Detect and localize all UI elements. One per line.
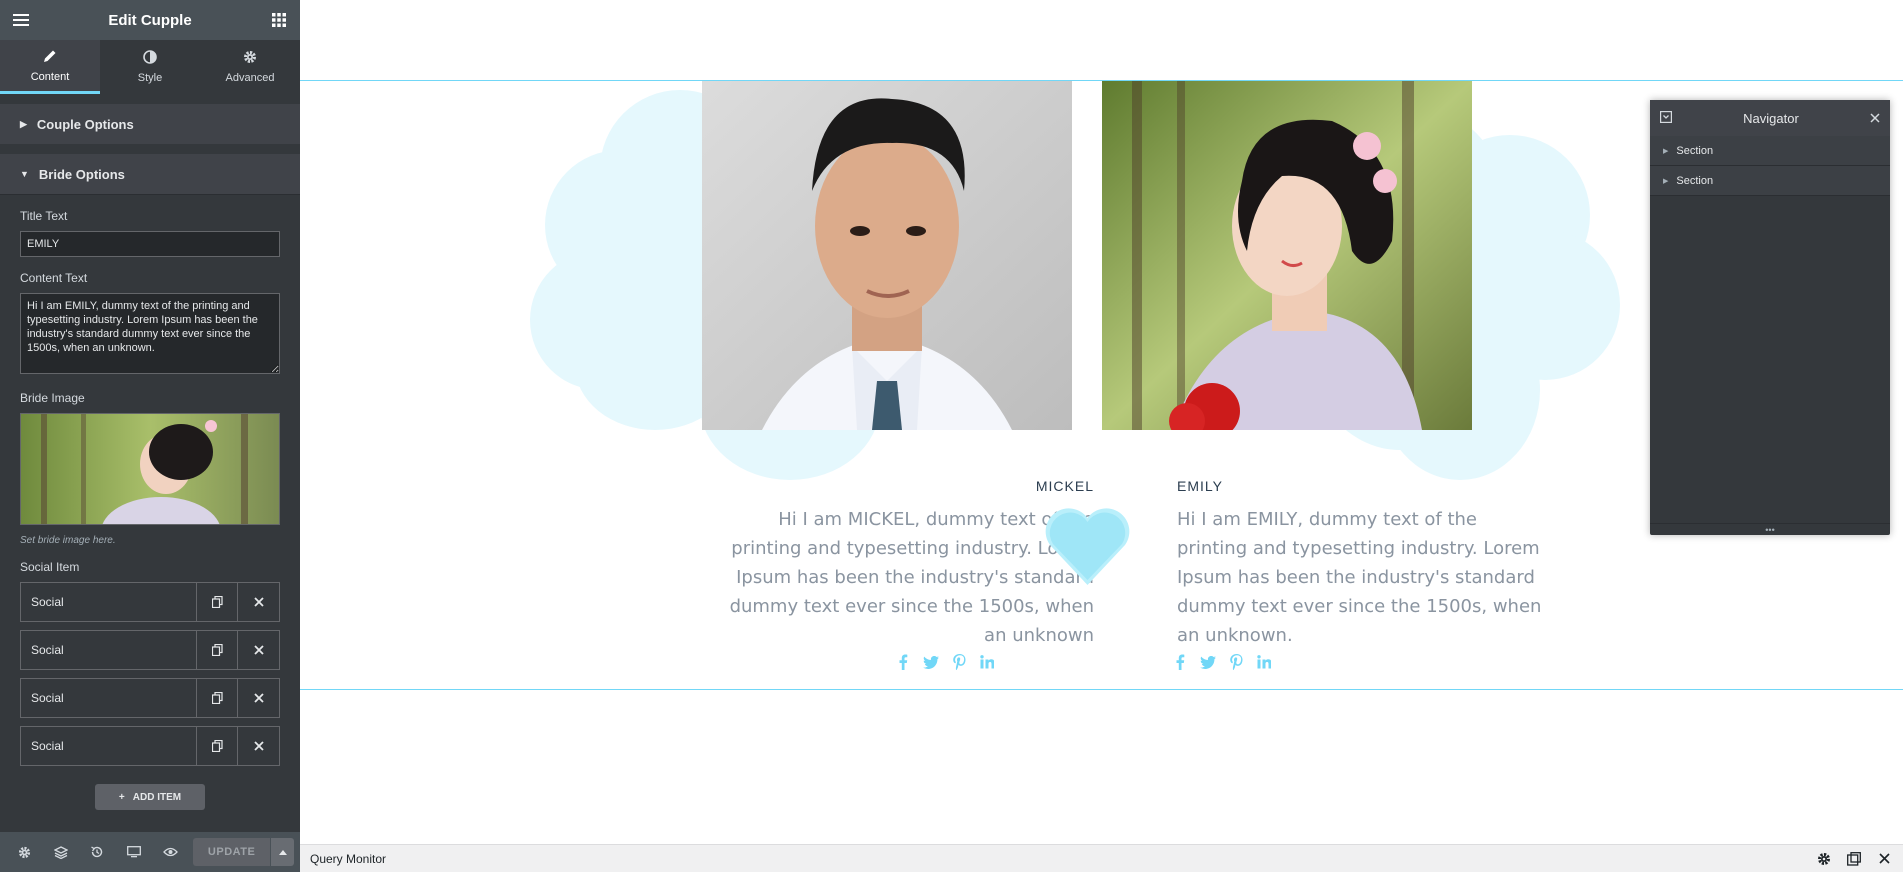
- navigator-resize-handle[interactable]: •••: [1650, 523, 1890, 535]
- tab-content[interactable]: Content: [0, 40, 100, 94]
- social-repeater-row: Social: [20, 678, 280, 718]
- bride-photo: [1102, 81, 1472, 430]
- bride-social-links: [1171, 653, 1273, 671]
- bride-image-label: Bride Image: [20, 391, 85, 405]
- widgets-grid-icon[interactable]: [270, 11, 288, 29]
- title-text-label: Title Text: [20, 209, 68, 223]
- social-item-label: Social Item: [20, 560, 80, 574]
- social-repeater-row: Social: [20, 582, 280, 622]
- close-icon[interactable]: [1870, 111, 1880, 126]
- remove-icon[interactable]: [238, 727, 279, 765]
- settings-icon[interactable]: [6, 832, 42, 872]
- panel-header: Edit Cupple: [0, 0, 300, 40]
- add-item-button[interactable]: + ADD ITEM: [95, 784, 205, 810]
- content-text-label: Content Text: [20, 271, 88, 285]
- linkedin-icon[interactable]: [1255, 653, 1273, 671]
- groom-photo: [702, 81, 1072, 430]
- query-monitor-title[interactable]: Query Monitor: [310, 852, 386, 866]
- half-circle-icon: [143, 50, 157, 67]
- groom-social-links: [894, 653, 996, 671]
- panel-footer: UPDATE: [0, 832, 300, 872]
- section-bride-options-label: Bride Options: [38, 166, 125, 182]
- pinterest-icon[interactable]: [950, 653, 968, 671]
- navigator-section-item[interactable]: ▶ Section: [1650, 166, 1890, 196]
- social-row-title[interactable]: Social: [21, 631, 197, 669]
- update-button[interactable]: UPDATE: [193, 838, 270, 866]
- social-row-title[interactable]: Social: [21, 679, 197, 717]
- linkedin-icon[interactable]: [978, 653, 996, 671]
- navigator-header[interactable]: Navigator: [1650, 100, 1890, 136]
- section-bottom-border: [300, 689, 1903, 690]
- navigator-panel: Navigator ▶ Section ▶ Section •••: [1650, 100, 1890, 535]
- groom-bio: Hi I am MICKEL, dummy text of the printi…: [729, 509, 1094, 646]
- plus-icon: +: [118, 791, 125, 803]
- bride-name: EMILY: [1177, 478, 1223, 494]
- facebook-icon[interactable]: [1171, 653, 1189, 671]
- toggle-position-icon[interactable]: [1845, 850, 1863, 868]
- bride-image-picker[interactable]: [20, 413, 280, 525]
- pencil-icon: [43, 49, 57, 66]
- content-text-textarea[interactable]: Hi I am EMILY, dummy text of the printin…: [20, 293, 280, 374]
- duplicate-icon[interactable]: [197, 631, 238, 669]
- history-icon[interactable]: [79, 832, 115, 872]
- remove-icon[interactable]: [238, 583, 279, 621]
- social-repeater-row: Social: [20, 630, 280, 670]
- tab-style-label: Style: [137, 72, 163, 84]
- panel-tabs: Content Style Advanced: [0, 40, 300, 94]
- bride-bio: Hi I am EMILY, dummy text of the printin…: [1177, 509, 1542, 646]
- tab-style[interactable]: Style: [100, 40, 200, 94]
- editor-panel: Edit Cupple Content Style Advanced ▶ Cou…: [0, 0, 300, 872]
- add-item-label: ADD ITEM: [132, 791, 182, 803]
- social-row-title[interactable]: Social: [21, 583, 197, 621]
- navigator-section-item[interactable]: ▶ Section: [1650, 136, 1890, 166]
- tab-content-label: Content: [30, 70, 70, 83]
- section-couple-options-label: Couple Options: [36, 116, 134, 132]
- duplicate-icon[interactable]: [197, 679, 238, 717]
- twitter-icon[interactable]: [922, 653, 940, 671]
- caret-down-icon: ▼: [20, 169, 29, 179]
- close-icon[interactable]: [1875, 850, 1893, 868]
- title-text-input[interactable]: [20, 231, 280, 257]
- navigator-item-label: Section: [1676, 174, 1714, 187]
- duplicate-icon[interactable]: [197, 583, 238, 621]
- navigator-item-label: Section: [1676, 144, 1714, 157]
- remove-icon[interactable]: [238, 679, 279, 717]
- social-row-title[interactable]: Social: [21, 727, 197, 765]
- section-couple-options[interactable]: ▶ Couple Options: [0, 104, 300, 144]
- bride-image-hint: Set bride image here.: [20, 535, 116, 546]
- pinterest-icon[interactable]: [1227, 653, 1245, 671]
- query-monitor-bar: Query Monitor: [300, 844, 1903, 872]
- tab-advanced-label: Advanced: [225, 72, 275, 84]
- groom-name: MICKEL: [1035, 478, 1094, 494]
- preview-eye-icon[interactable]: [152, 832, 188, 872]
- heart-icon: [1040, 500, 1135, 595]
- caret-right-icon[interactable]: ▶: [1663, 147, 1668, 155]
- layers-icon[interactable]: [42, 832, 78, 872]
- remove-icon[interactable]: [238, 631, 279, 669]
- duplicate-icon[interactable]: [197, 727, 238, 765]
- panel-title: Edit Cupple: [108, 11, 192, 29]
- section-bride-options[interactable]: ▼ Bride Options: [0, 154, 300, 194]
- caret-right-icon[interactable]: ▶: [1663, 177, 1668, 185]
- facebook-icon[interactable]: [894, 653, 912, 671]
- navigator-title: Navigator: [1743, 110, 1799, 126]
- collapse-all-icon[interactable]: [1660, 110, 1673, 126]
- gear-icon: [243, 50, 257, 67]
- settings-icon[interactable]: [1815, 850, 1833, 868]
- update-options-caret-icon[interactable]: [271, 838, 295, 866]
- social-repeater-row: Social: [20, 726, 280, 766]
- tab-advanced[interactable]: Advanced: [200, 40, 300, 94]
- twitter-icon[interactable]: [1199, 653, 1217, 671]
- responsive-mode-icon[interactable]: [115, 832, 151, 872]
- hamburger-menu-icon[interactable]: [12, 11, 30, 29]
- caret-right-icon: ▶: [20, 118, 27, 129]
